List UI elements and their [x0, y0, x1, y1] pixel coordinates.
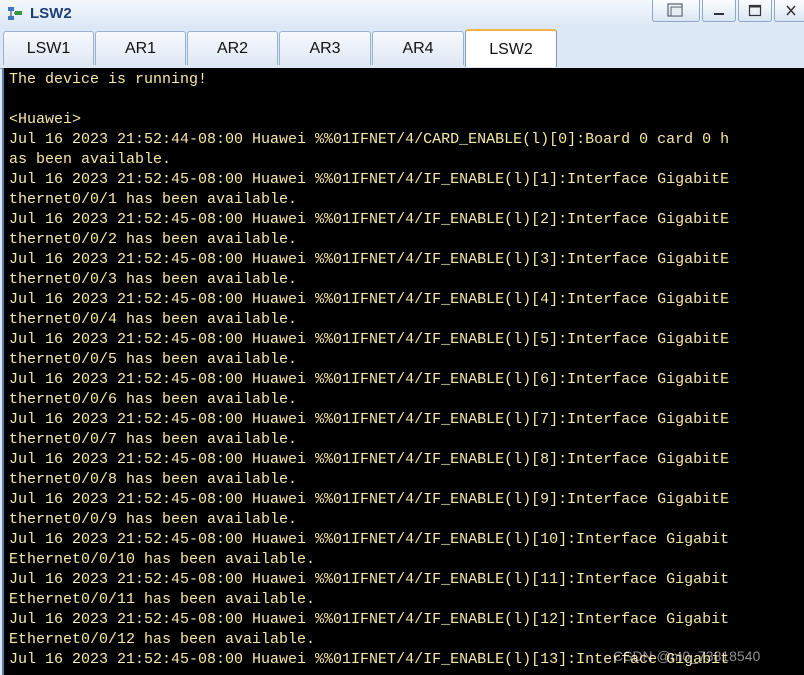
terminal-line: The device is running!: [9, 71, 208, 88]
restore-layout-icon: [667, 3, 683, 17]
network-device-icon: [8, 7, 22, 20]
terminal-line: Jul 16 2023 21:52:45-08:00 Huawei %%01IF…: [9, 291, 730, 308]
terminal-line: Jul 16 2023 21:52:45-08:00 Huawei %%01IF…: [9, 451, 730, 468]
tab-ar3[interactable]: AR3: [279, 31, 371, 65]
terminal-line: Jul 16 2023 21:52:45-08:00 Huawei %%01IF…: [9, 411, 730, 428]
close-icon: [786, 5, 796, 16]
console-terminal[interactable]: The device is running! <Huawei> Jul 16 202…: [2, 68, 804, 675]
terminal-line: thernet0/0/3 has been available.: [9, 271, 298, 288]
terminal-line: Jul 16 2023 21:52:45-08:00 Huawei %%01IF…: [9, 531, 730, 548]
terminal-line: Jul 16 2023 21:52:45-08:00 Huawei %%01IF…: [9, 251, 730, 268]
watermark-text: CSDN @m0_73818540: [613, 648, 761, 664]
terminal-line: Ethernet0/0/11 has been available.: [9, 591, 316, 608]
terminal-line: thernet0/0/7 has been available.: [9, 431, 298, 448]
terminal-line: as been available.: [9, 151, 172, 168]
maximize-icon: [748, 4, 762, 17]
terminal-line: thernet0/0/1 has been available.: [9, 191, 298, 208]
close-button[interactable]: [774, 0, 804, 22]
terminal-line: Jul 16 2023 21:52:44-08:00 Huawei %%01IF…: [9, 131, 730, 148]
terminal-line: thernet0/0/4 has been available.: [9, 311, 298, 328]
restore-layout-button[interactable]: [652, 0, 700, 22]
terminal-line: Jul 16 2023 21:52:45-08:00 Huawei %%01IF…: [9, 331, 730, 348]
terminal-line: Ethernet0/0/12 has been available.: [9, 631, 316, 648]
window-title: LSW2: [30, 5, 72, 22]
tab-ar4[interactable]: AR4: [372, 31, 464, 65]
app-window: LSW2 LSW1 AR1 AR2 AR3 AR4 LSW2 The devic…: [0, 0, 804, 675]
terminal-line: thernet0/0/2 has been available.: [9, 231, 298, 248]
terminal-line: thernet0/0/8 has been available.: [9, 471, 298, 488]
device-tab-bar: LSW1 AR1 AR2 AR3 AR4 LSW2: [0, 28, 804, 69]
terminal-line: Jul 16 2023 21:52:45-08:00 Huawei %%01IF…: [9, 571, 730, 588]
tab-lsw1[interactable]: LSW1: [3, 31, 94, 65]
terminal-line: Jul 16 2023 21:52:45-08:00 Huawei %%01IF…: [9, 211, 730, 228]
tab-ar2[interactable]: AR2: [187, 31, 278, 65]
terminal-line: thernet0/0/9 has been available.: [9, 511, 298, 528]
terminal-line: Jul 16 2023 21:52:45-08:00 Huawei %%01IF…: [9, 371, 730, 388]
terminal-line: <Huawei>: [9, 111, 82, 128]
minimize-icon: [714, 13, 724, 15]
terminal-output: The device is running! <Huawei> Jul 16 202…: [9, 70, 804, 670]
terminal-line: Jul 16 2023 21:52:45-08:00 Huawei %%01IF…: [9, 491, 730, 508]
terminal-line: Ethernet0/0/10 has been available.: [9, 551, 316, 568]
tab-ar1[interactable]: AR1: [95, 31, 186, 65]
minimize-button[interactable]: [702, 0, 736, 22]
title-bar[interactable]: LSW2: [0, 0, 804, 29]
window-controls: [652, 0, 804, 24]
terminal-line: thernet0/0/5 has been available.: [9, 351, 298, 368]
maximize-button[interactable]: [738, 0, 772, 22]
terminal-line: Jul 16 2023 21:52:45-08:00 Huawei %%01IF…: [9, 611, 730, 628]
tab-lsw2[interactable]: LSW2: [465, 29, 557, 67]
terminal-line: thernet0/0/6 has been available.: [9, 391, 298, 408]
terminal-line: Jul 16 2023 21:52:45-08:00 Huawei %%01IF…: [9, 171, 730, 188]
